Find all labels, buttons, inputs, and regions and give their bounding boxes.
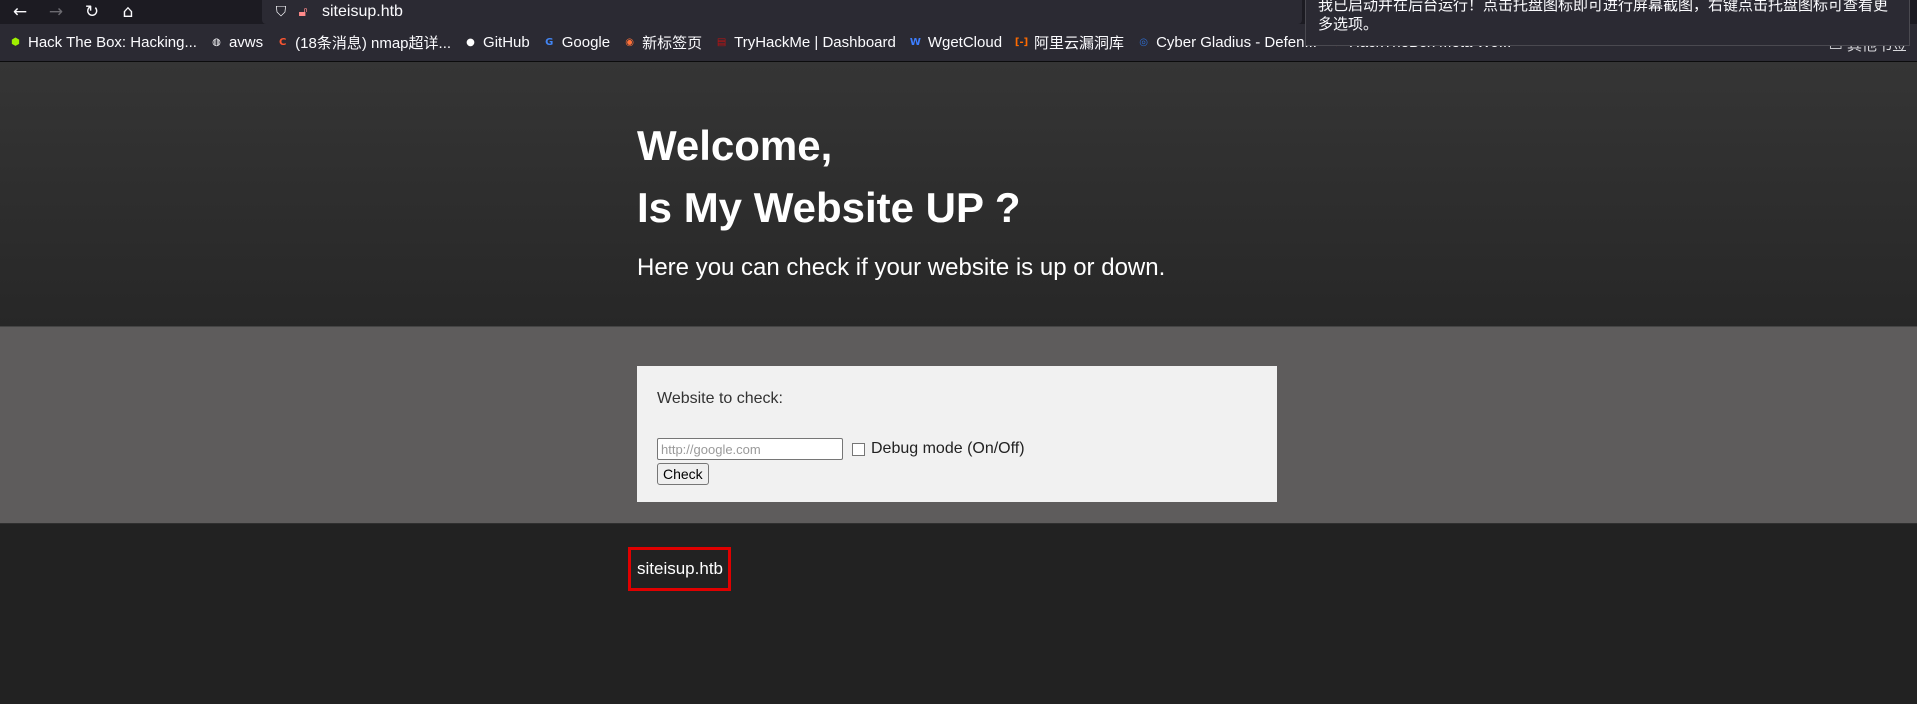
bookmark-item[interactable]: ◉ 新标签页 [622, 32, 702, 53]
bookmark-item[interactable]: G Google [542, 34, 610, 51]
bookmark-label: Cyber Gladius - Defen... [1156, 34, 1317, 51]
bookmark-item[interactable]: ◍ avws [209, 34, 263, 51]
bookmark-label: 新标签页 [642, 35, 703, 52]
hero-section: Welcome, Is My Website UP ? Here you can… [0, 62, 1917, 327]
bookmark-label: Hack The Box: Hacking... [28, 34, 197, 51]
check-button[interactable]: Check [657, 463, 709, 485]
reload-icon[interactable]: ↻ [77, 0, 107, 24]
insecure-lock-icon[interactable]: 🔓︎ [292, 4, 314, 20]
form-label: Website to check: [657, 390, 783, 407]
bookmark-label: WgetCloud [927, 34, 1003, 51]
footer-section: siteisup.htb [0, 523, 1917, 704]
bookmark-label: 阿里云漏洞库 [1034, 35, 1125, 52]
htb-cube-icon: ⬢ [11, 37, 20, 48]
bookmark-label: Google [561, 34, 611, 51]
bookmark-item[interactable]: C (18条消息) nmap超详... [275, 32, 451, 53]
bookmark-item[interactable]: [-] 阿里云漏洞库 [1014, 32, 1124, 53]
bookmark-item[interactable]: W WgetCloud [908, 34, 1002, 51]
check-form: Website to check: Debug mode (On/Off) Ch… [637, 366, 1277, 502]
url-text[interactable]: siteisup.htb [322, 3, 403, 21]
csdn-icon: C [278, 37, 287, 48]
firefox-icon: ◉ [625, 37, 634, 48]
bookmark-label: GitHub [483, 34, 530, 51]
home-icon[interactable]: ⌂ [113, 0, 143, 24]
footer-site-name: siteisup.htb [637, 559, 723, 578]
github-icon: ● [466, 37, 475, 48]
bookmark-label: (18条消息) nmap超详... [295, 35, 452, 52]
debug-mode-checkbox[interactable] [852, 442, 865, 456]
aliyun-icon: [-] [1014, 37, 1029, 48]
forward-arrow-icon[interactable]: → [41, 0, 71, 24]
back-arrow-icon[interactable]: ← [5, 0, 35, 24]
google-icon: G [545, 37, 554, 48]
tryhackme-icon: ▤ [716, 37, 727, 48]
heading-title: Is My Website UP ? [637, 184, 1021, 231]
bookmark-label: avws [228, 34, 264, 51]
wgetcloud-icon: W [909, 37, 921, 48]
form-section: Website to check: Debug mode (On/Off) Ch… [0, 327, 1917, 523]
heading-welcome: Welcome, [637, 122, 833, 169]
bookmark-item[interactable]: ⬢ Hack The Box: Hacking... [8, 34, 197, 51]
globe-icon: ◍ [212, 37, 221, 48]
shield-icon[interactable]: ⛉ [270, 4, 292, 20]
bookmark-label: TryHackMe | Dashboard [734, 34, 896, 51]
website-url-input[interactable] [657, 438, 843, 460]
page-subtitle: Here you can check if your website is up… [637, 254, 1166, 281]
debug-mode-label: Debug mode (On/Off) [871, 440, 1025, 457]
notification-popup: 我已启动并在后台运行！点击托盘图标即可进行屏幕截图，右键点击托盘图标可查看更多选… [1305, 0, 1910, 46]
address-bar[interactable]: ⛉ 🔓︎ siteisup.htb [262, 0, 1302, 24]
bookmark-item[interactable]: ● GitHub [463, 34, 530, 51]
bookmark-item[interactable]: ▤ TryHackMe | Dashboard [714, 34, 896, 51]
notification-text: 我已启动并在后台运行！点击托盘图标即可进行屏幕截图，右键点击托盘图标可查看更多选… [1318, 0, 1889, 33]
cyber-gladius-icon: ◎ [1139, 37, 1148, 48]
bookmark-item[interactable]: ◎ Cyber Gladius - Defen... [1136, 34, 1317, 51]
